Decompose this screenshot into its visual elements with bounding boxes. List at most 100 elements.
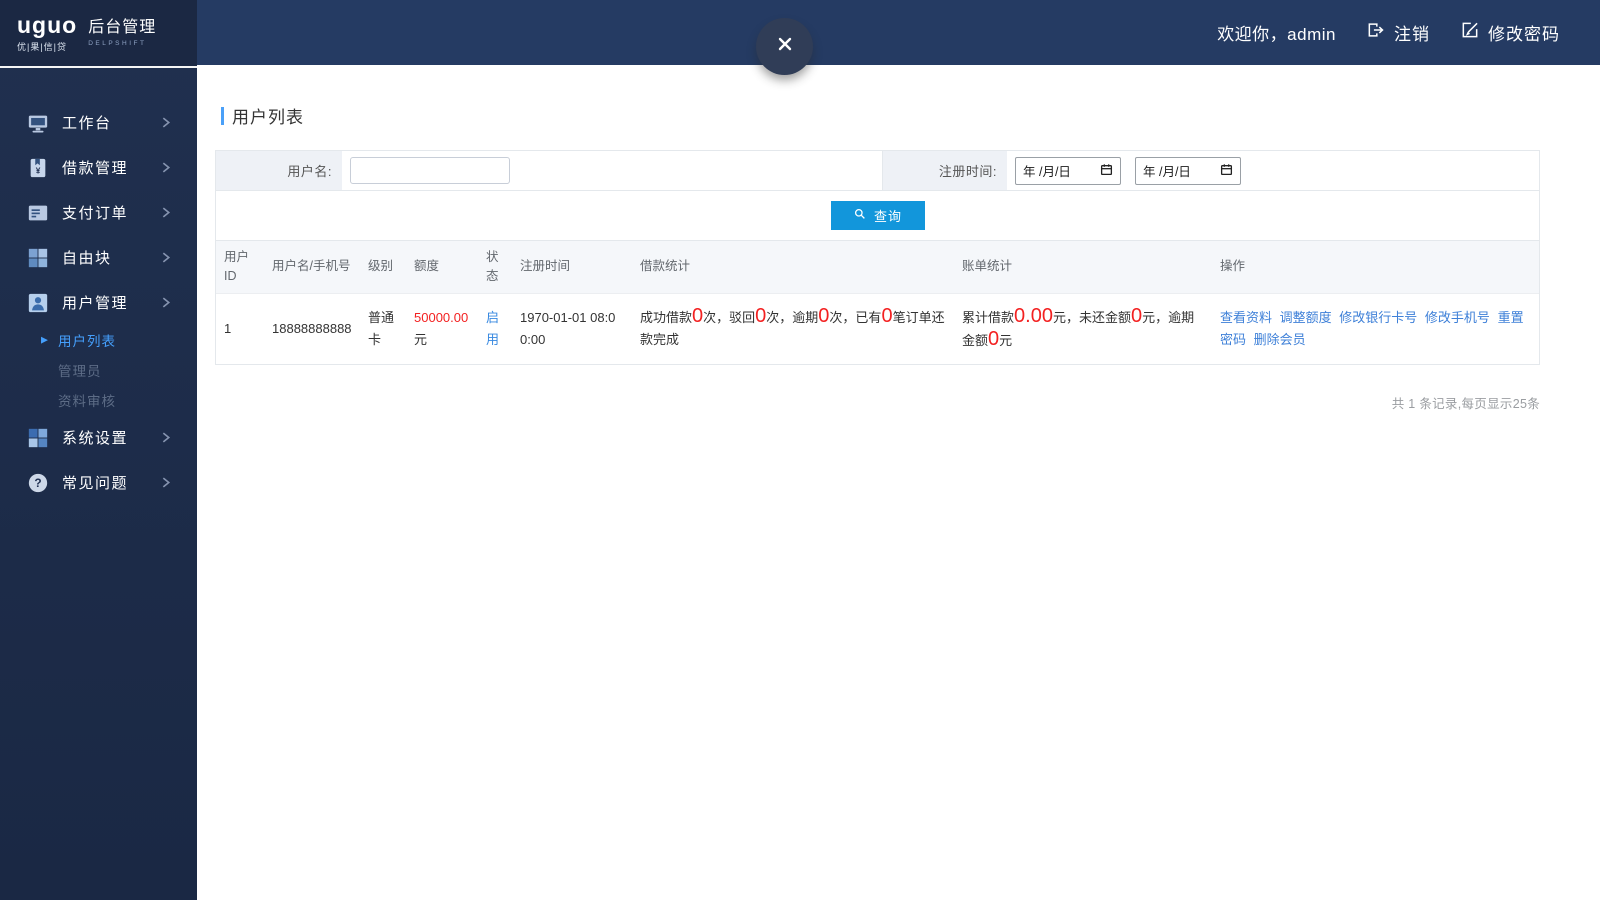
blocks-icon [27,247,49,269]
register-date-end[interactable]: 年 /月/日 [1135,156,1241,185]
stat-text: 累计借款 [962,309,1015,325]
cell-borrow-stats: 成功借款0次，驳回0次，逾期0次，已有0笔订单还款完成 [632,292,954,364]
sidebar-menu: 工作台 ¥ 借款管理 支付订单 自由块 用户管理 ▶ 用户列表 管理员 资料审核 系统设置? 常见问题 [0,68,197,505]
column-header: 额度 [406,240,478,293]
chevron-right-icon [159,431,172,444]
brand-block: uguo 优|果|信|贷 [17,11,78,53]
sidebar-item-label: 借款管理 [62,160,129,177]
brand-name: uguo [17,11,78,38]
action-delete-member[interactable]: 删除会员 [1254,332,1306,347]
stat-text: 成功借款 [640,310,693,325]
column-header: 账单统计 [954,240,1212,293]
chevron-right-icon [159,161,172,174]
column-header: 操作 [1212,240,1539,293]
action-modify-bank-card[interactable]: 修改银行卡号 [1339,310,1417,325]
column-header: 状态 [478,240,512,293]
sidebar-item-faq[interactable]: ? 常见问题 [0,460,197,505]
sidebar-item-users[interactable]: 用户管理 [0,280,197,325]
sidebar-subitem-user-list[interactable]: ▶ 用户列表 [0,325,197,355]
svg-text:?: ? [34,476,41,490]
title-accent-bar [221,106,224,125]
stat-text: 元 [999,332,1013,348]
cell-bill-stats: 累计借款0.00元，未还金额0元，逾期金额0元 [954,292,1212,364]
action-view-profile[interactable]: 查看资料 [1220,310,1272,325]
close-icon [773,32,797,61]
stat-text: 次，驳回 [703,310,756,325]
sidebar-subitem-data-review[interactable]: 资料审核 [0,385,197,415]
quota-unit: 元 [414,331,428,347]
sidebar-item-payments[interactable]: 支付订单 [0,190,197,235]
register-date-start[interactable]: 年 /月/日 [1015,156,1121,185]
settings-icon [27,427,49,449]
logout-icon [1366,20,1386,45]
cell-level: 普通卡 [360,292,406,364]
action-adjust-quota[interactable]: 调整额度 [1280,310,1332,325]
stat-text: 次，逾期 [766,310,819,325]
cell-user-id: 1 [216,292,264,364]
chevron-right-icon [159,296,172,309]
brand-title-block: 后台管理 DELPSHIFT [88,18,157,47]
logout-button[interactable]: 注销 [1366,20,1430,45]
cell-register-time: 1970-01-01 08:00:00 [512,292,632,364]
stat-number: 0 [881,305,893,327]
stat-number: 0 [755,305,767,327]
column-header: 注册时间 [512,240,632,293]
sidebar-item-workbench[interactable]: 工作台 [0,100,197,145]
sidebar-item-settings[interactable]: 系统设置 [0,415,197,460]
stat-number: 0 [818,305,830,327]
stat-number: 0 [1130,304,1143,327]
username-input[interactable] [350,157,510,184]
username-label: 用户名: [216,151,342,190]
edit-icon [1460,20,1480,45]
column-header: 用户ID [216,240,264,293]
payment-icon [27,202,49,224]
chevron-right-icon [159,206,172,219]
sidebar-item-label: 工作台 [62,115,112,132]
column-header: 级别 [360,240,406,293]
app-window: uguo 优|果|信|贷 后台管理 DELPSHIFT 工作台 ¥ 借款管理支付订单… [0,0,1600,900]
sidebar-item-blocks[interactable]: 自由块 [0,235,197,280]
query-button[interactable]: 查询 [830,201,925,230]
sidebar-item-label: 系统设置 [62,430,129,447]
stat-number: 0 [692,305,704,327]
users-icon [27,292,49,314]
sidebar-subitem-admins[interactable]: 管理员 [0,355,197,385]
date-placeholder: 年 /月/日 [1023,165,1071,179]
close-button[interactable] [756,18,813,75]
sidebar-subitem-label: 用户列表 [58,334,116,349]
page-title-text: 用户列表 [232,108,304,127]
active-arrow-icon: ▶ [41,334,49,345]
cell-status: 启用 [478,292,512,364]
question-icon: ? [27,472,49,494]
quota-amount: 50000.00 [414,309,469,325]
sidebar: uguo 优|果|信|贷 后台管理 DELPSHIFT 工作台 ¥ 借款管理支付订单… [0,0,197,900]
sidebar-item-label: 常见问题 [62,475,129,492]
register-time-label: 注册时间: [882,151,1007,190]
sidebar-item-loans[interactable]: ¥ 借款管理 [0,145,197,190]
record-count-note: 共 1 条记录,每页显示25条 [1391,396,1540,411]
main-content: 用户列表 用户名: 注册时间: 年 /月/日 年 /月/日 查询 用户ID 用户… [197,65,1600,900]
welcome-text: 欢迎你，admin [1217,25,1336,44]
stat-text: 次，已有 [829,310,882,325]
username-field-cell [342,151,882,190]
cell-actions: 查看资料 调整额度 修改银行卡号 修改手机号 重置密码 删除会员 [1212,292,1539,364]
change-password-button[interactable]: 修改密码 [1460,20,1560,45]
brand-subtitle: DELPSHIFT [88,39,147,47]
column-header: 借款统计 [632,240,954,293]
brand-tagline: 优|果|信|贷 [17,41,68,52]
chevron-right-icon [159,116,172,129]
calendar-icon [1100,163,1113,179]
table-row: 1 18888888888 普通卡 50000.00 元 启用 1970-01-… [216,292,1539,364]
chevron-right-icon [159,476,172,489]
query-button-row: 查询 [216,191,1539,240]
brand-title: 后台管理 [88,18,157,36]
change-password-label: 修改密码 [1488,25,1560,44]
action-modify-phone[interactable]: 修改手机号 [1425,310,1490,325]
cell-username: 18888888888 [264,292,360,364]
chevron-right-icon [159,251,172,264]
calendar-icon [1220,163,1233,179]
table-header-row: 用户ID 用户名/手机号 级别 额度 状态 注册时间 借款统计 账单统计 操作 [216,240,1539,293]
sidebar-item-label: 支付订单 [62,205,129,222]
stat-text: 元，未还金额 [1052,309,1131,325]
sidebar-subitem-label: 资料审核 [58,394,116,409]
